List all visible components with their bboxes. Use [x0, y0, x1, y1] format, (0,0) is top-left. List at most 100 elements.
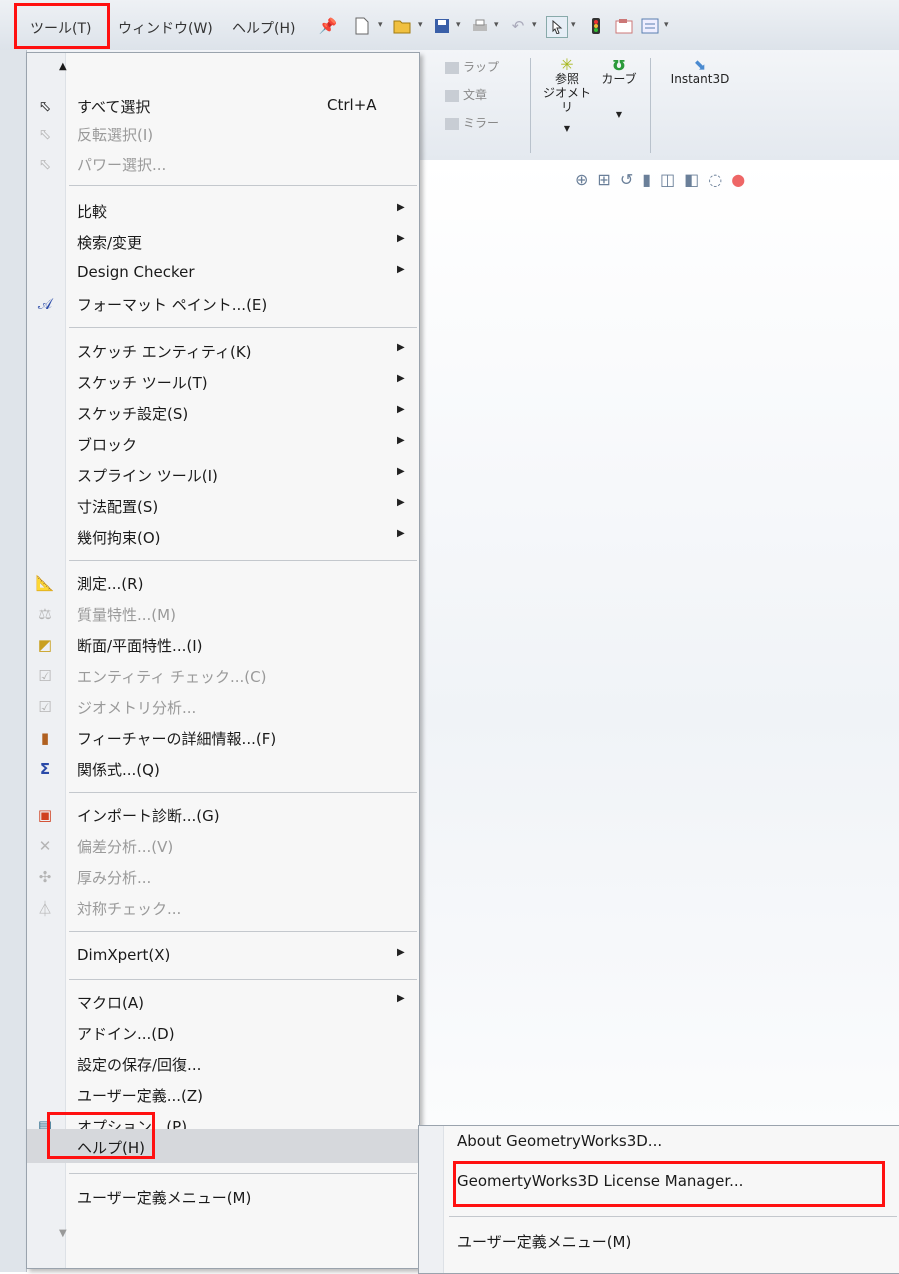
heads-up-toolbar: ⊕ ⊞ ↺ ▮ ◫ ◧ ◌ ● — [575, 170, 745, 189]
menu-separator — [69, 560, 417, 561]
menu-item-equations[interactable]: Σ 関係式...(Q) — [27, 753, 419, 784]
menu-item-find-replace[interactable]: 検索/変更 ▶ — [27, 226, 419, 257]
view-orientation-icon[interactable]: ◫ — [660, 170, 675, 189]
tools-dropdown-menu: ▲ ⬁ すべて選択 Ctrl+A ⬁ 反転選択(I) ⬁ パワー選択... 比較… — [26, 52, 420, 1269]
scroll-down-icon[interactable]: ▼ — [59, 1228, 67, 1239]
section-properties-icon: ◩ — [37, 636, 53, 654]
menu-item-select-all[interactable]: ⬁ すべて選択 Ctrl+A — [27, 90, 419, 121]
open-dropdown-icon[interactable]: ▾ — [418, 20, 423, 30]
geometry-analysis-icon: ☑ — [38, 698, 52, 716]
menu-item-invert-selection[interactable]: ⬁ 反転選択(I) — [27, 118, 419, 149]
undo-icon[interactable]: ↶ — [508, 16, 528, 36]
chevron-down-icon: ▼ — [563, 124, 571, 133]
select-all-icon: ⬁ — [38, 97, 52, 115]
open-folder-icon[interactable] — [392, 16, 412, 36]
curve-icon: ʊ — [612, 54, 626, 75]
menu-item-symmetry-check[interactable]: ⏃ 対称チェック... — [27, 892, 419, 923]
display-style-icon[interactable]: ◧ — [684, 170, 699, 189]
menu-help[interactable]: ヘルプ(H) — [232, 18, 295, 38]
wrap-icon — [445, 61, 459, 74]
mirror-command[interactable]: ミラー — [445, 114, 499, 131]
menu-item-sketch-tools[interactable]: スケッチ ツール(T) ▶ — [27, 366, 419, 397]
menu-item-design-checker[interactable]: Design Checker ▶ — [27, 257, 419, 288]
menu-item-import-diagnostics[interactable]: ▣ インポート診断...(G) — [27, 799, 419, 830]
invert-selection-icon: ⬁ — [38, 125, 52, 143]
options-icon[interactable] — [614, 16, 634, 36]
zoom-to-fit-icon[interactable]: ⊕ — [575, 170, 588, 189]
menu-item-geometry-analysis[interactable]: ☑ ジオメトリ分析... — [27, 691, 419, 722]
import-diagnostics-icon: ▣ — [37, 806, 53, 824]
undo-dropdown-icon[interactable]: ▾ — [532, 20, 537, 30]
menu-item-blocks[interactable]: ブロック ▶ — [27, 428, 419, 459]
menu-item-spline-tools[interactable]: スプライン ツール(I) ▶ — [27, 459, 419, 490]
menu-separator — [69, 931, 417, 932]
customize-dropdown-icon[interactable]: ▾ — [664, 20, 669, 30]
customize-icon[interactable] — [640, 16, 660, 36]
left-panel-edge — [0, 50, 27, 1272]
menu-item-dimensions[interactable]: 寸法配置(S) ▶ — [27, 490, 419, 521]
curves-button[interactable]: ʊ カーブ ▼ — [596, 54, 642, 122]
menu-item-thickness-analysis[interactable]: ✣ 厚み分析... — [27, 861, 419, 892]
menu-item-user-defined-menu[interactable]: ユーザー定義メニュー(M) — [27, 1181, 419, 1212]
print-dropdown-icon[interactable]: ▾ — [494, 20, 499, 30]
mirror-icon — [445, 117, 459, 130]
feature-statistics-icon: ▮ — [40, 729, 50, 747]
symmetry-check-icon: ⏃ — [37, 899, 53, 918]
instant3d-button[interactable]: ⬊ Instant3D — [660, 56, 740, 87]
new-dropdown-icon[interactable]: ▾ — [378, 20, 383, 30]
menu-item-check-entity[interactable]: ☑ エンティティ チェック...(C) — [27, 660, 419, 691]
menu-item-sketch-settings[interactable]: スケッチ設定(S) ▶ — [27, 397, 419, 428]
save-icon[interactable] — [432, 16, 452, 36]
submenu-item-user-defined-menu[interactable]: ユーザー定義メニュー(M) — [457, 1231, 631, 1252]
instant3d-icon: ⬊ — [693, 56, 707, 74]
submenu-item-about[interactable]: About GeometryWorks3D... — [457, 1132, 662, 1150]
scroll-up-icon[interactable]: ▲ — [59, 61, 67, 72]
highlight-box-license-manager — [453, 1161, 885, 1207]
menu-item-dimxpert[interactable]: DimXpert(X) ▶ — [27, 940, 419, 971]
select-icon[interactable] — [546, 16, 568, 38]
pin-icon[interactable]: 📌 — [318, 16, 338, 36]
hide-show-icon[interactable]: ◌ — [708, 170, 722, 189]
section-view-icon[interactable]: ▮ — [642, 170, 651, 189]
submenu-arrow-icon: ▶ — [397, 528, 405, 539]
previous-view-icon[interactable]: ↺ — [620, 170, 633, 189]
menu-separator — [69, 979, 417, 980]
zoom-area-icon[interactable]: ⊞ — [597, 170, 610, 189]
format-painter-icon: 𝒜 — [37, 295, 53, 313]
menu-item-save-restore-settings[interactable]: 設定の保存/回復... — [27, 1048, 419, 1079]
reference-geometry-button[interactable]: ✳ 参照 ジオメトリ ▼ — [542, 55, 592, 136]
menu-item-relations[interactable]: 幾何拘束(O) ▶ — [27, 521, 419, 552]
select-dropdown-icon[interactable]: ▾ — [571, 20, 576, 30]
appearance-icon[interactable]: ● — [731, 170, 745, 189]
print-icon[interactable] — [470, 16, 490, 36]
reference-geometry-icon: ✳ — [560, 55, 574, 74]
menu-item-measure[interactable]: 📐 測定...(R) — [27, 567, 419, 598]
submenu-arrow-icon: ▶ — [397, 404, 405, 415]
menu-item-section-properties[interactable]: ◩ 断面/平面特性...(I) — [27, 629, 419, 660]
menu-item-sketch-entities[interactable]: スケッチ エンティティ(K) ▶ — [27, 335, 419, 366]
graphics-area[interactable] — [420, 160, 899, 1272]
menu-item-macro[interactable]: マクロ(A) ▶ — [27, 986, 419, 1017]
submenu-arrow-icon: ▶ — [397, 466, 405, 477]
menu-item-customize[interactable]: ユーザー定義...(Z) — [27, 1079, 419, 1110]
measure-icon: 📐 — [35, 574, 55, 592]
menu-window[interactable]: ウィンドウ(W) — [118, 18, 213, 38]
text-command[interactable]: 文章 — [445, 86, 487, 103]
menu-separator — [449, 1216, 897, 1217]
menu-item-deviation-analysis[interactable]: ✕ 偏差分析...(V) — [27, 830, 419, 861]
menu-item-format-painter[interactable]: 𝒜 フォーマット ペイント...(E) — [27, 288, 419, 319]
submenu-arrow-icon: ▶ — [397, 435, 405, 446]
new-document-icon[interactable] — [352, 16, 372, 36]
menu-item-feature-statistics[interactable]: ▮ フィーチャーの詳細情報...(F) — [27, 722, 419, 753]
ribbon-separator — [650, 58, 651, 153]
submenu-icon-gutter — [419, 1126, 444, 1273]
save-dropdown-icon[interactable]: ▾ — [456, 20, 461, 30]
menu-item-power-select[interactable]: ⬁ パワー選択... — [27, 148, 419, 179]
submenu-arrow-icon: ▶ — [397, 947, 405, 958]
menu-item-mass-properties[interactable]: ⚖ 質量特性...(M) — [27, 598, 419, 629]
menu-item-compare[interactable]: 比較 ▶ — [27, 195, 419, 226]
menu-separator — [69, 327, 417, 328]
traffic-light-icon[interactable] — [586, 16, 606, 36]
menu-item-add-ins[interactable]: アドイン...(D) — [27, 1017, 419, 1048]
wrap-command[interactable]: ラップ — [445, 58, 499, 75]
